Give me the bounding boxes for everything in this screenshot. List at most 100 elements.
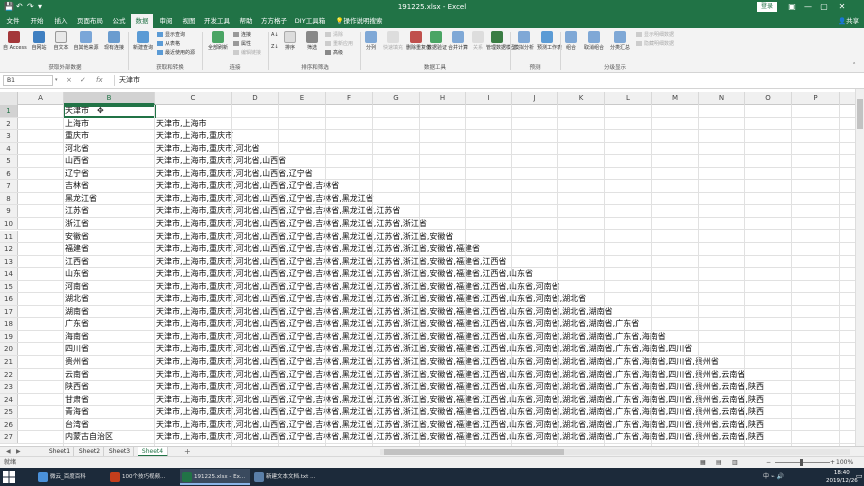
cell-c[interactable]: 天津市,上海市,重庆市,河北省,山西省,辽宁省,吉林省,黑龙江省,江苏省 [155,205,855,217]
row-header[interactable]: 12 [0,243,18,255]
minimize-button[interactable]: — [800,0,816,14]
cell-b[interactable]: 内蒙古自治区 [64,431,155,443]
row-header[interactable]: 2 [0,117,18,130]
name-box[interactable]: B1 [3,75,53,86]
worksheet-grid[interactable]: ABCDEFGHIJKLMNOP 1 天津市 2 上海市 天津市,上海市 3 重庆市 天津市,… [0,92,855,446]
insert-function-icon[interactable]: fx [96,75,103,86]
cell-b[interactable]: 贵州省 [64,356,155,368]
column-header-j[interactable]: J [512,92,558,105]
taskbar-item[interactable]: 100个技巧视频... [108,469,178,485]
cell-b[interactable]: 山东省 [64,268,155,280]
row-header[interactable]: 6 [0,167,18,180]
forecast-sheet-button[interactable]: 预测工作表 [537,31,562,51]
hide-detail-button[interactable]: 隐藏明细数据 [636,41,674,47]
tab-formulas[interactable]: 公式 [108,14,130,28]
row-header[interactable]: 10 [0,217,18,230]
column-header-g[interactable]: G [373,92,420,105]
cell-c[interactable]: 天津市,上海市,重庆市,河北省,山西省,辽宁省,吉林省,黑龙江省,江苏省,浙江省 [155,218,855,230]
row-header[interactable]: 7 [0,180,18,192]
cell-b[interactable]: 山西省 [64,155,155,167]
properties-button[interactable]: 属性 [233,41,251,47]
column-header-i[interactable]: I [466,92,512,105]
column-header-m[interactable]: M [652,92,699,105]
row-header[interactable]: 1 [0,105,18,117]
cell-c[interactable]: 天津市,上海市,重庆市,河北省,山西省,辽宁省,吉林省,黑龙江省,江苏省,浙江省… [155,243,855,255]
refresh-all-button[interactable]: 全部刷新 [205,31,231,51]
consolidate-button[interactable]: 合并计算 [446,31,470,51]
cell-c[interactable]: 天津市,上海市,重庆市,河北省 [155,143,855,155]
formula-input[interactable]: 天津市 [114,75,854,86]
tab-view[interactable]: 视图 [178,14,200,28]
network-icon[interactable]: ⌁ [771,473,775,480]
column-header-k[interactable]: K [558,92,605,105]
cell-c[interactable]: 天津市,上海市,重庆市,河北省,山西省,辽宁省,吉林省,黑龙江省,江苏省,浙江省… [155,268,855,280]
cell-c[interactable]: 天津市,上海市,重庆市,河北省,山西省,辽宁省,吉林省,黑龙江省,江苏省,浙江省… [155,256,855,268]
cancel-icon[interactable]: × [66,75,72,86]
cell-c[interactable]: 天津市,上海市,重庆市,河北省,山西省,辽宁省,吉林省,黑龙江省,江苏省,浙江省… [155,419,855,431]
remove-duplicates-button[interactable]: 删除重复值 [406,31,431,51]
cell-b[interactable]: 河南省 [64,281,155,293]
cell-c[interactable]: 天津市,上海市,重庆市,河北省,山西省,辽宁省,吉林省 [155,180,855,192]
windows-start-icon[interactable] [3,471,15,483]
taskbar-item[interactable]: 191225.xlsx - Ex... [180,469,250,485]
edit-links-button[interactable]: 编辑链接 [233,50,261,56]
cell-b[interactable]: 上海市 [64,118,155,130]
cell-c[interactable]: 天津市,上海市,重庆市,河北省,山西省,辽宁省,吉林省,黑龙江省,江苏省,浙江省… [155,293,855,305]
taskbar-clock[interactable]: 18:40 2019/12/26 [826,469,858,485]
cell-b[interactable]: 陕西省 [64,381,155,393]
row-header[interactable]: 11 [0,230,18,243]
show-detail-button[interactable]: 显示明细数据 [636,32,674,38]
close-button[interactable]: ✕ [834,0,850,14]
name-box-dropdown-icon[interactable]: ▾ [55,75,58,86]
cell-b[interactable]: 湖北省 [64,293,155,305]
cell-c[interactable] [155,105,855,117]
cell-b[interactable]: 广东省 [64,318,155,330]
tab-developer[interactable]: 开发工具 [201,14,233,28]
zoom-slider-thumb[interactable] [800,459,803,466]
cell-b[interactable]: 台湾省 [64,419,155,431]
cell-b[interactable]: 江西省 [64,256,155,268]
from-web-button[interactable]: 自网站 [28,31,50,51]
cell-b[interactable]: 青海省 [64,406,155,418]
share-button[interactable]: 👤共享 [838,14,859,28]
cell-c[interactable]: 天津市,上海市,重庆市,河北省,山西省,辽宁省,吉林省,黑龙江省,江苏省,浙江省… [155,381,855,393]
row-header[interactable]: 8 [0,192,18,205]
show-queries-button[interactable]: 显示查询 [157,32,185,38]
text-to-columns-button[interactable]: 分列 [363,31,379,51]
recent-sources-button[interactable]: 最近使用的源 [157,50,195,56]
horizontal-scrollbar[interactable] [380,449,850,455]
cell-c[interactable]: 天津市,上海市,重庆市,河北省,山西省,辽宁省,吉林省,黑龙江省,江苏省,浙江省… [155,318,855,330]
notifications-icon[interactable]: ▭ [856,472,863,480]
tab-page-layout[interactable]: 页面布局 [74,14,106,28]
row-header[interactable]: 24 [0,393,18,406]
from-access-button[interactable]: 自 Access [3,31,27,51]
row-header[interactable]: 17 [0,305,18,318]
column-header-c[interactable]: C [155,92,232,105]
flash-fill-button[interactable]: 快速填充 [381,31,405,51]
advanced-filter-button[interactable]: 高级 [325,50,343,56]
cell-b[interactable]: 云南省 [64,369,155,381]
tab-help[interactable]: 帮助 [235,14,257,28]
column-header-h[interactable]: H [420,92,466,105]
tab-home[interactable]: 开始 [26,14,48,28]
cell-c[interactable]: 天津市,上海市,重庆市,河北省,山西省,辽宁省,吉林省,黑龙江省,江苏省,浙江省… [155,231,855,243]
from-table-button[interactable]: 从表格 [157,41,180,47]
row-header[interactable]: 26 [0,418,18,431]
cell-b[interactable]: 浙江省 [64,218,155,230]
from-other-sources-button[interactable]: 自其他来源 [72,31,100,51]
cell-c[interactable]: 天津市,上海市,重庆市,河北省,山西省,辽宁省,吉林省,黑龙江省,江苏省,浙江省… [155,394,855,406]
tab-data[interactable]: 数据 [131,14,153,28]
cell-c[interactable]: 天津市,上海市,重庆市,河北省,山西省,辽宁省,吉林省,黑龙江省,江苏省,浙江省… [155,343,855,355]
existing-connections-button[interactable]: 现有连接 [102,31,126,51]
cell-b[interactable]: 辽宁省 [64,168,155,180]
taskbar-item[interactable]: 微云_百度百科 [36,469,106,485]
row-header[interactable]: 21 [0,356,18,368]
sort-button[interactable]: 排序 [282,31,298,51]
sort-az-button[interactable]: A↓ [271,32,279,38]
ungroup-button[interactable]: 取消组合 [581,31,607,51]
ribbon-display-options-icon[interactable]: ▣ [784,0,800,14]
tab-review[interactable]: 审阅 [155,14,177,28]
row-header[interactable]: 13 [0,255,18,268]
from-text-button[interactable]: 自文本 [50,31,72,51]
horizontal-scroll-thumb[interactable] [384,449,564,455]
